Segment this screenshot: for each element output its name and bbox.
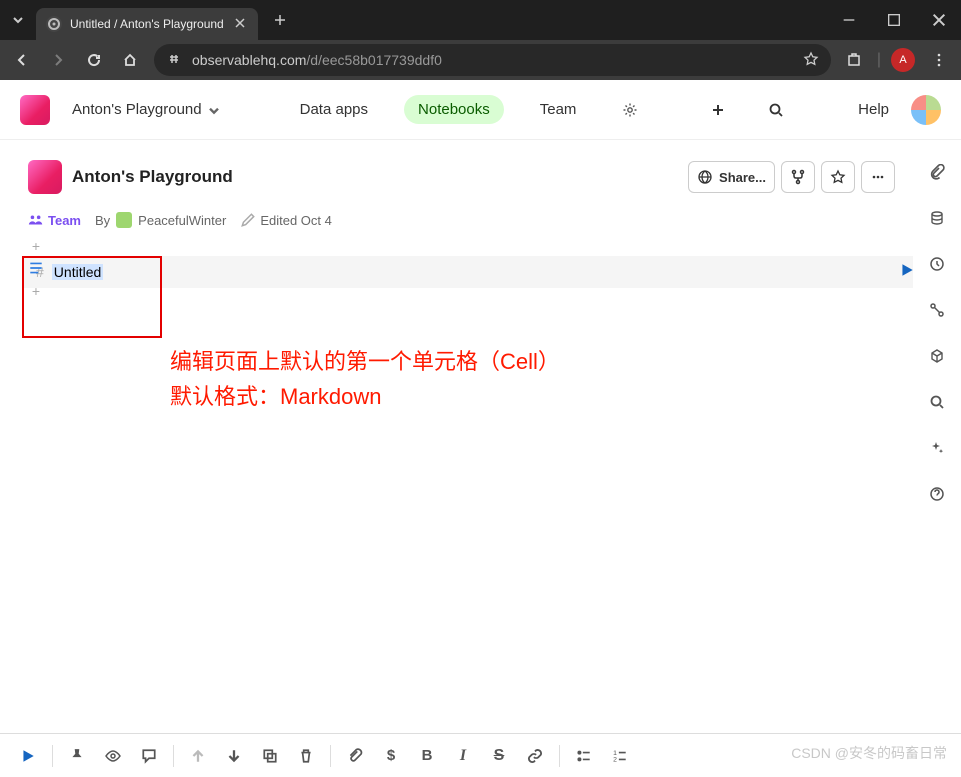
nav-team[interactable]: Team	[526, 95, 591, 124]
url-text: observablehq.com/d/eec58b017739ddf0	[192, 52, 793, 68]
back-button[interactable]	[6, 44, 38, 76]
team-badge[interactable]: Team	[28, 212, 81, 228]
address-bar[interactable]: observablehq.com/d/eec58b017739ddf0	[154, 44, 831, 76]
notebook-logo	[28, 160, 62, 194]
dependencies-button[interactable]	[923, 296, 951, 324]
workspace-logo[interactable]	[20, 95, 50, 125]
database-button[interactable]	[923, 204, 951, 232]
separator	[330, 745, 331, 767]
attachments-button[interactable]	[923, 158, 951, 186]
history-button[interactable]	[923, 250, 951, 278]
pin-button[interactable]	[61, 740, 93, 772]
add-cell-above-button[interactable]: +	[32, 238, 40, 258]
separator	[559, 745, 560, 767]
fork-button[interactable]	[781, 161, 815, 193]
run-button[interactable]	[12, 740, 44, 772]
chrome-menu-button[interactable]	[923, 44, 955, 76]
tab-title: Untitled / Anton's Playground	[70, 17, 224, 31]
visibility-button[interactable]	[97, 740, 129, 772]
ordered-list-button[interactable]: 12	[604, 740, 636, 772]
author-avatar	[116, 212, 132, 228]
add-button[interactable]	[700, 92, 736, 128]
observable-favicon	[46, 16, 62, 32]
format-dollar-button[interactable]: $	[375, 740, 407, 772]
bookmark-star-icon[interactable]	[803, 51, 819, 70]
cell-type-markdown-icon[interactable]	[28, 260, 44, 281]
settings-gear-icon[interactable]	[612, 92, 648, 128]
package-button[interactable]	[923, 342, 951, 370]
extensions-button[interactable]	[839, 44, 871, 76]
forward-button[interactable]	[42, 44, 74, 76]
edited-info: Edited Oct 4	[240, 212, 332, 228]
window-close-button[interactable]	[916, 3, 961, 37]
nav-data-apps[interactable]: Data apps	[286, 95, 382, 124]
new-tab-button[interactable]	[266, 6, 294, 34]
tab-search-dropdown[interactable]	[0, 12, 36, 28]
separator	[52, 745, 53, 767]
help-link[interactable]: Help	[858, 101, 889, 118]
comment-button[interactable]	[133, 740, 165, 772]
more-actions-button[interactable]	[861, 161, 895, 193]
separator	[173, 745, 174, 767]
bold-button[interactable]: B	[411, 740, 443, 772]
toolbar-separator: |	[875, 51, 883, 69]
global-search-button[interactable]	[758, 92, 794, 128]
bullet-list-button[interactable]	[568, 740, 600, 772]
side-help-button[interactable]	[923, 480, 951, 508]
add-cell-below-button[interactable]: +	[32, 283, 40, 303]
notebook-title: Anton's Playground	[72, 167, 233, 187]
move-up-button[interactable]	[182, 740, 214, 772]
link-button[interactable]	[519, 740, 551, 772]
home-button[interactable]	[114, 44, 146, 76]
find-button[interactable]	[923, 388, 951, 416]
run-cell-button[interactable]	[899, 262, 915, 283]
duplicate-button[interactable]	[254, 740, 286, 772]
ai-assist-button[interactable]	[923, 434, 951, 462]
workspace-switcher[interactable]: Anton's Playground	[72, 101, 222, 118]
author-info[interactable]: By PeacefulWinter	[95, 212, 226, 228]
strikethrough-button[interactable]: S	[483, 740, 515, 772]
italic-button[interactable]: I	[447, 740, 479, 772]
window-minimize-button[interactable]	[826, 3, 871, 37]
site-info-icon[interactable]	[166, 51, 182, 70]
share-button[interactable]: Share...	[688, 161, 775, 193]
nav-notebooks[interactable]: Notebooks	[404, 95, 504, 124]
window-maximize-button[interactable]	[871, 3, 916, 37]
chrome-profile-avatar[interactable]: A	[891, 48, 915, 72]
reload-button[interactable]	[78, 44, 110, 76]
attach-button[interactable]	[339, 740, 371, 772]
user-avatar[interactable]	[911, 95, 941, 125]
markdown-cell[interactable]: # Untitled	[24, 256, 913, 288]
browser-tab[interactable]: Untitled / Anton's Playground	[36, 8, 258, 40]
delete-button[interactable]	[290, 740, 322, 772]
cell-content[interactable]: Untitled	[52, 264, 103, 280]
favorite-button[interactable]	[821, 161, 855, 193]
svg-text:2: 2	[613, 756, 617, 763]
move-down-button[interactable]	[218, 740, 250, 772]
close-tab-icon[interactable]	[232, 15, 248, 34]
